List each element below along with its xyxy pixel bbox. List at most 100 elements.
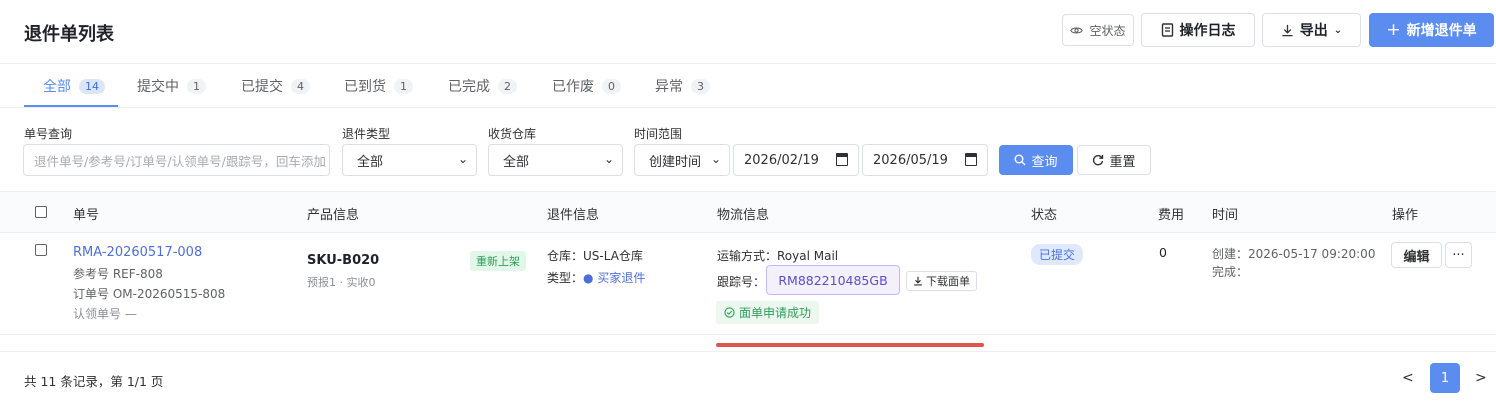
new-return-label: 新增退件单 xyxy=(1406,23,1477,39)
download-icon xyxy=(914,276,922,286)
column-header-return: 退件信息 xyxy=(547,208,600,223)
order-number: 订单号 OM-20260515-808 xyxy=(73,287,226,301)
claim-number: 认领单号 — xyxy=(73,307,137,321)
column-header-logistics: 物流信息 xyxy=(717,208,770,223)
start-date-value: 2026/02/19 xyxy=(744,152,819,168)
label-status-badge: 面单申请成功 xyxy=(716,301,820,324)
download-label-button[interactable]: 下载面单 xyxy=(906,271,977,291)
rma-link[interactable]: RMA-20260517-008 xyxy=(73,245,202,260)
time-type-select[interactable]: 创建时间 ⌄ xyxy=(634,144,730,176)
fee-value: 0 xyxy=(1159,245,1167,260)
edit-button[interactable]: 编辑 xyxy=(1391,242,1442,268)
pagination-footer: 共 11 条记录，第 1/1 页 < 1 > xyxy=(0,351,1496,403)
end-date-value: 2026/05/19 xyxy=(873,152,948,168)
reset-label: 重置 xyxy=(1109,154,1136,170)
tab-count: 1 xyxy=(187,78,206,94)
reset-button[interactable]: 重置 xyxy=(1077,145,1151,175)
tab-count: 2 xyxy=(498,78,517,94)
label-status-text: 面单申请成功 xyxy=(739,306,812,320)
reference-number: 参考号 REF-808 xyxy=(73,267,163,281)
return-type-prefix: 类型： xyxy=(547,271,584,285)
tracking-label: 跟踪号： xyxy=(717,275,766,289)
row-checkbox[interactable] xyxy=(35,244,47,256)
warehouse-select[interactable]: 全部 ⌄ xyxy=(488,144,623,176)
tab-label: 已提交 xyxy=(241,79,283,95)
tab-arrived[interactable]: 已到货 1 xyxy=(344,76,413,96)
plus-icon: + xyxy=(1386,20,1401,40)
tab-label: 全部 xyxy=(43,79,71,95)
start-date-input[interactable]: 2026/02/19 xyxy=(733,144,859,176)
refresh-icon xyxy=(1093,155,1104,166)
calendar-icon[interactable] xyxy=(836,153,848,166)
table-header: 单号 产品信息 退件信息 物流信息 状态 费用 时间 操作 xyxy=(0,191,1496,233)
column-header-order: 单号 xyxy=(73,208,100,223)
time-type-value: 创建时间 xyxy=(649,154,702,170)
select-all-checkbox[interactable] xyxy=(35,206,47,218)
tab-completed[interactable]: 已完成 2 xyxy=(448,76,517,96)
tab-count: 1 xyxy=(394,78,413,94)
tab-label: 提交中 xyxy=(137,79,179,95)
tab-label: 已完成 xyxy=(448,79,490,95)
tab-all[interactable]: 全部 14 xyxy=(43,76,105,96)
return-type-value: 买家退件 xyxy=(597,271,646,285)
tab-count: 4 xyxy=(291,78,310,94)
check-circle-icon xyxy=(724,307,735,318)
tab-submitted[interactable]: 已提交 4 xyxy=(241,76,310,96)
highlight-underline xyxy=(716,343,984,347)
created-time: 创建：2026-05-17 09:20:00 xyxy=(1212,247,1376,261)
operation-log-label: 操作日志 xyxy=(1179,23,1236,39)
chevron-down-icon: ⌄ xyxy=(603,152,614,166)
column-header-status: 状态 xyxy=(1031,208,1058,223)
tab-count: 14 xyxy=(79,78,105,94)
status-tabs: 全部 14 提交中 1 已提交 4 已到货 1 已完成 2 已作废 0 异常 3 xyxy=(0,64,1496,108)
tab-submitting[interactable]: 提交中 1 xyxy=(137,76,206,96)
return-type-value: 全部 xyxy=(357,154,384,170)
shipping-method: 运输方式：Royal Mail xyxy=(717,249,839,263)
product-sku: SKU-B020 xyxy=(307,253,380,268)
current-page-button[interactable]: 1 xyxy=(1430,363,1460,393)
order-query-label: 单号查询 xyxy=(24,127,73,141)
column-header-product: 产品信息 xyxy=(307,208,360,223)
document-icon xyxy=(1161,23,1173,37)
tab-exception[interactable]: 异常 3 xyxy=(655,76,710,96)
product-quantity: 预报1 · 实收0 xyxy=(307,276,376,289)
next-page-button[interactable]: > xyxy=(1475,370,1487,386)
more-actions-button[interactable]: ··· xyxy=(1445,242,1472,268)
empty-state-button[interactable]: 空状态 xyxy=(1062,14,1134,46)
page-title: 退件单列表 xyxy=(24,24,114,45)
tab-count: 0 xyxy=(602,78,621,94)
column-header-actions: 操作 xyxy=(1392,208,1419,223)
operation-log-button[interactable]: 操作日志 xyxy=(1141,13,1255,47)
restock-tag: 重新上架 xyxy=(470,251,526,271)
return-type-select[interactable]: 全部 ⌄ xyxy=(342,144,477,176)
tab-label: 异常 xyxy=(655,79,683,95)
time-range-label: 时间范围 xyxy=(634,127,683,141)
return-type-label: 退件类型 xyxy=(342,127,391,141)
warehouse-value: 全部 xyxy=(503,154,530,170)
end-date-input[interactable]: 2026/05/19 xyxy=(862,144,988,176)
export-button[interactable]: 导出 ⌄ xyxy=(1262,13,1361,47)
warehouse-label: 收货仓库 xyxy=(488,127,537,141)
record-summary: 共 11 条记录，第 1/1 页 xyxy=(24,374,164,389)
chevron-down-icon: ⌄ xyxy=(710,152,721,166)
column-header-time: 时间 xyxy=(1212,208,1239,223)
query-label: 查询 xyxy=(1031,154,1058,170)
download-icon xyxy=(1282,24,1293,36)
order-search-input[interactable]: 退件单号/参考号/订单号/认领单号/跟踪号，回车添加 xyxy=(23,144,330,176)
eye-icon xyxy=(1070,27,1084,33)
page-header: 退件单列表 空状态 操作日志 导出 ⌄ + 新增退件单 xyxy=(0,0,1496,64)
export-label: 导出 xyxy=(1299,23,1328,39)
prev-page-button[interactable]: < xyxy=(1402,370,1414,386)
table-row: RMA-20260517-008 参考号 REF-808 订单号 OM-2026… xyxy=(0,233,1496,335)
chevron-down-icon: ⌄ xyxy=(1333,24,1343,36)
return-warehouse: 仓库：US-LA仓库 xyxy=(547,249,643,263)
download-label-text: 下载面单 xyxy=(926,275,970,288)
tab-label: 已到货 xyxy=(344,79,386,95)
dot-icon: ● xyxy=(583,271,594,285)
query-button[interactable]: 查询 xyxy=(999,145,1073,175)
new-return-button[interactable]: + 新增退件单 xyxy=(1369,13,1494,47)
tab-voided[interactable]: 已作废 0 xyxy=(552,76,621,96)
calendar-icon[interactable] xyxy=(965,153,977,166)
tracking-number[interactable]: RM882210485GB xyxy=(766,265,900,295)
finished-time: 完成： xyxy=(1212,265,1249,279)
